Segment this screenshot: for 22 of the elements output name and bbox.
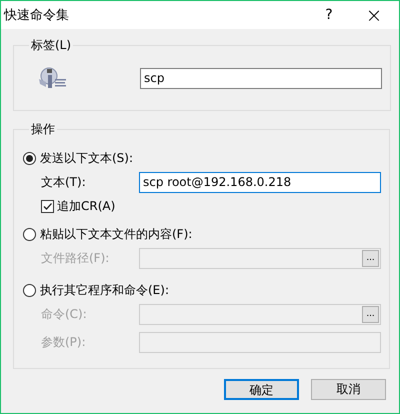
- radio-button[interactable]: [23, 284, 36, 296]
- field-label: 参数(P):: [41, 334, 87, 350]
- device-icon: [36, 67, 68, 89]
- field-label: 文本(T):: [41, 174, 87, 190]
- field-label: 文件路径(F):: [41, 250, 110, 266]
- field-label: 命令(C):: [41, 306, 88, 322]
- help-button[interactable]: ?: [318, 1, 340, 29]
- radio-label[interactable]: 发送以下文本(S):: [40, 150, 134, 166]
- close-button[interactable]: ×: [363, 1, 385, 29]
- group-title: 标签(L): [30, 37, 72, 54]
- radio-label[interactable]: 执行其它程序和命令(E):: [40, 282, 169, 298]
- group-title: 操作: [30, 121, 56, 138]
- checkbox[interactable]: [41, 200, 54, 212]
- window-title: 快速命令集: [4, 7, 70, 24]
- radio-button[interactable]: [23, 152, 36, 164]
- dialog-button[interactable]: 确定: [224, 379, 299, 400]
- radio-label[interactable]: 粘贴以下文本文件的内容(F):: [40, 226, 192, 242]
- checkbox-label[interactable]: 追加CR(A): [57, 198, 116, 214]
- dialog-button[interactable]: 取消: [311, 379, 386, 400]
- input-field[interactable]: scp: [140, 68, 382, 88]
- radio-button[interactable]: [23, 228, 36, 240]
- input-field[interactable]: scp root@192.168.0.218: [139, 172, 381, 192]
